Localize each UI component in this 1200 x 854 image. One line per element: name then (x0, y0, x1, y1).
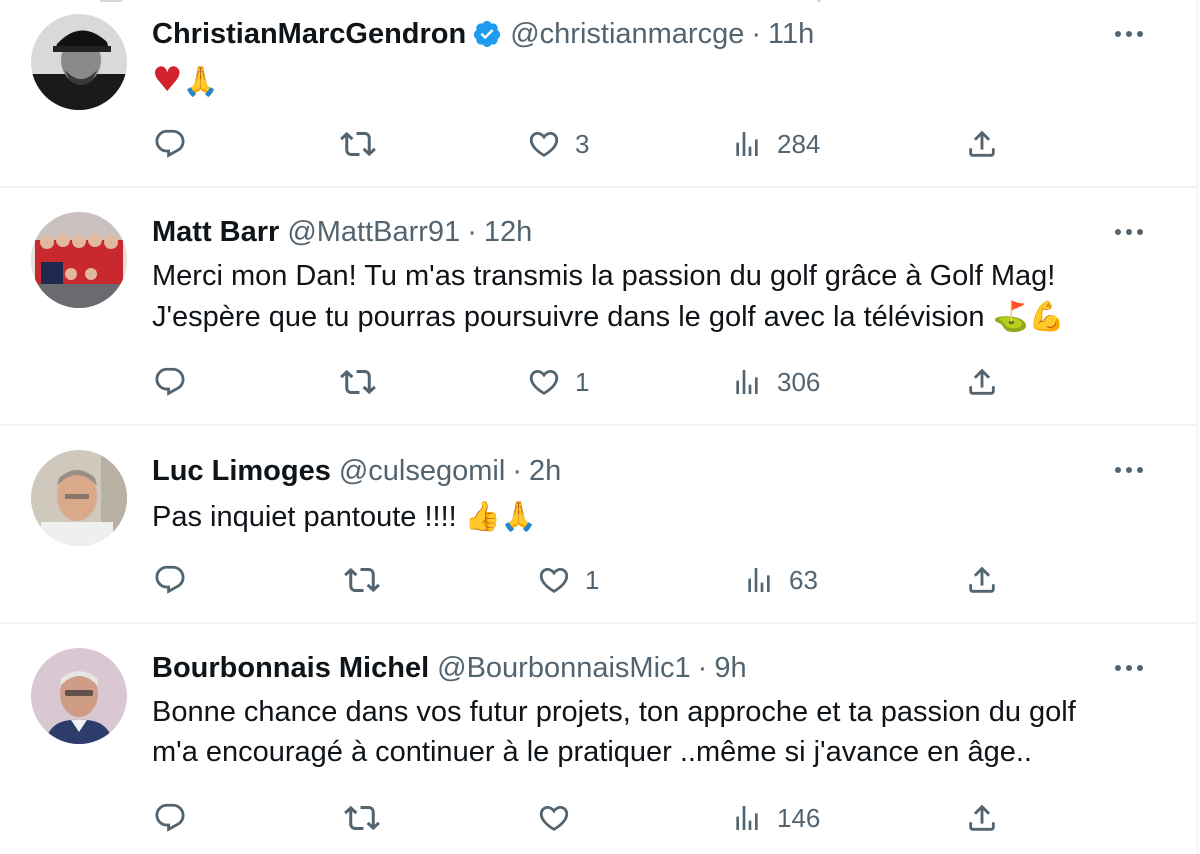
views-button[interactable]: 146 (731, 798, 820, 838)
folded-hands-emoji: 🙏 (182, 64, 219, 98)
timestamp[interactable]: 2h (529, 455, 561, 488)
tweet-actions: 1 63 (0, 560, 1197, 600)
like-button[interactable] (537, 798, 585, 838)
more-icon[interactable] (1113, 216, 1145, 248)
folded-hands-emoji: 🙏 (500, 499, 537, 533)
tweet-text-line: Merci mon Dan! Tu m'as transmis la passi… (152, 260, 1056, 292)
share-icon (969, 804, 995, 831)
tweet[interactable]: ChristianMarcGendron @christianmarcge · … (0, 0, 1197, 188)
avatar[interactable] (31, 14, 127, 110)
separator: · (751, 17, 762, 50)
share-icon (969, 566, 995, 593)
tweet-actions: 146 (0, 798, 1197, 838)
avatar[interactable] (31, 648, 127, 744)
tweet-text: Pas inquiet pantoute !!!! 👍🙏 (152, 499, 537, 533)
author-handle[interactable]: @MattBarr91 (287, 216, 460, 249)
views-icon (736, 132, 758, 156)
share-icon (969, 130, 995, 157)
more-icon[interactable] (1113, 652, 1145, 684)
tweet[interactable]: Luc Limoges @culsegomil · 2h Pas inquiet… (0, 426, 1197, 624)
timeline-border (1197, 0, 1198, 854)
tweet-text-line: Bonne chance dans vos futur projets, ton… (152, 696, 1076, 728)
author-handle[interactable]: @culsegomil (339, 455, 505, 488)
separator: · (512, 454, 522, 487)
like-button[interactable]: 3 (527, 124, 589, 164)
tweet[interactable]: Bourbonnais Michel @BourbonnaisMic1 · 9h… (0, 624, 1197, 854)
retweet-button[interactable] (344, 560, 394, 600)
tweet-header: Bourbonnais Michel @BourbonnaisMic1 · 9h (152, 650, 747, 686)
author-name[interactable]: ChristianMarcGendron (152, 18, 466, 51)
reply-icon (155, 565, 185, 594)
views-button[interactable]: 306 (731, 362, 820, 402)
tweet-header: Matt Barr @MattBarr91 · 12h (152, 214, 532, 250)
share-button[interactable] (965, 798, 999, 838)
views-icon (736, 370, 758, 394)
tweet-header: Luc Limoges @culsegomil · 2h (152, 453, 561, 489)
reply-icon (155, 803, 185, 832)
separator: · (697, 651, 708, 684)
author-name[interactable]: Matt Barr (152, 216, 279, 249)
share-button[interactable] (965, 560, 999, 600)
like-button[interactable]: 1 (537, 560, 599, 600)
retweet-icon (340, 369, 376, 395)
avatar[interactable] (31, 450, 127, 546)
heart-emoji: ♥ (152, 60, 183, 100)
reply-icon (155, 129, 185, 158)
share-button[interactable] (965, 124, 999, 164)
author-name[interactable]: Luc Limoges (152, 455, 331, 488)
tweet-text: Bonne chance dans vos futur projets, ton… (152, 692, 1152, 772)
share-icon (969, 368, 995, 395)
author-handle[interactable]: @BourbonnaisMic1 (437, 652, 691, 685)
retweet-icon (344, 805, 380, 831)
reply-button[interactable] (153, 362, 201, 402)
retweet-button[interactable] (344, 798, 394, 838)
reply-button[interactable] (153, 124, 201, 164)
more-icon[interactable] (1113, 454, 1145, 486)
retweet-icon (344, 567, 380, 593)
tweet-text: Merci mon Dan! Tu m'as transmis la passi… (152, 256, 1152, 337)
share-button[interactable] (965, 362, 999, 402)
timestamp[interactable]: 12h (484, 216, 532, 249)
tweet-actions: 1 306 (0, 362, 1197, 402)
views-icon (748, 568, 770, 592)
tweet-text-line: m'a encouragé à continuer à le pratiquer… (152, 736, 1032, 768)
retweet-button[interactable] (340, 124, 390, 164)
thumbs-up-emoji: 👍 (464, 499, 501, 533)
author-handle[interactable]: @christianmarcge (510, 18, 744, 51)
reply-button[interactable] (153, 560, 201, 600)
views-button[interactable]: 63 (743, 560, 818, 600)
tweet-actions: 3 284 (0, 124, 1197, 164)
reply-icon (155, 367, 185, 396)
separator: · (467, 215, 477, 248)
flexed-biceps-emoji: 💪 (1028, 299, 1065, 333)
retweet-button[interactable] (340, 362, 390, 402)
like-icon (529, 131, 559, 157)
retweet-icon (340, 131, 376, 157)
views-icon (736, 806, 758, 830)
more-icon[interactable] (1113, 18, 1145, 50)
tweet[interactable]: Matt Barr @MattBarr91 · 12h Merci mon Da… (0, 188, 1197, 426)
tweet-text-line: J'espère que tu pourras poursuivre dans … (152, 299, 1065, 333)
reply-button[interactable] (153, 798, 201, 838)
author-name[interactable]: Bourbonnais Michel (152, 652, 429, 685)
tweet-header: ChristianMarcGendron @christianmarcge · … (152, 16, 814, 52)
like-icon (539, 805, 569, 831)
tweet-text: ♥🙏 (152, 60, 1152, 102)
timestamp[interactable]: 11h (768, 18, 814, 51)
golf-flag-emoji: ⛳ (992, 299, 1029, 333)
like-icon (539, 567, 569, 593)
like-icon (529, 369, 559, 395)
verified-badge-icon (472, 19, 502, 49)
avatar[interactable] (31, 212, 127, 308)
timestamp[interactable]: 9h (714, 652, 746, 685)
views-button[interactable]: 284 (731, 124, 820, 164)
like-button[interactable]: 1 (527, 362, 589, 402)
